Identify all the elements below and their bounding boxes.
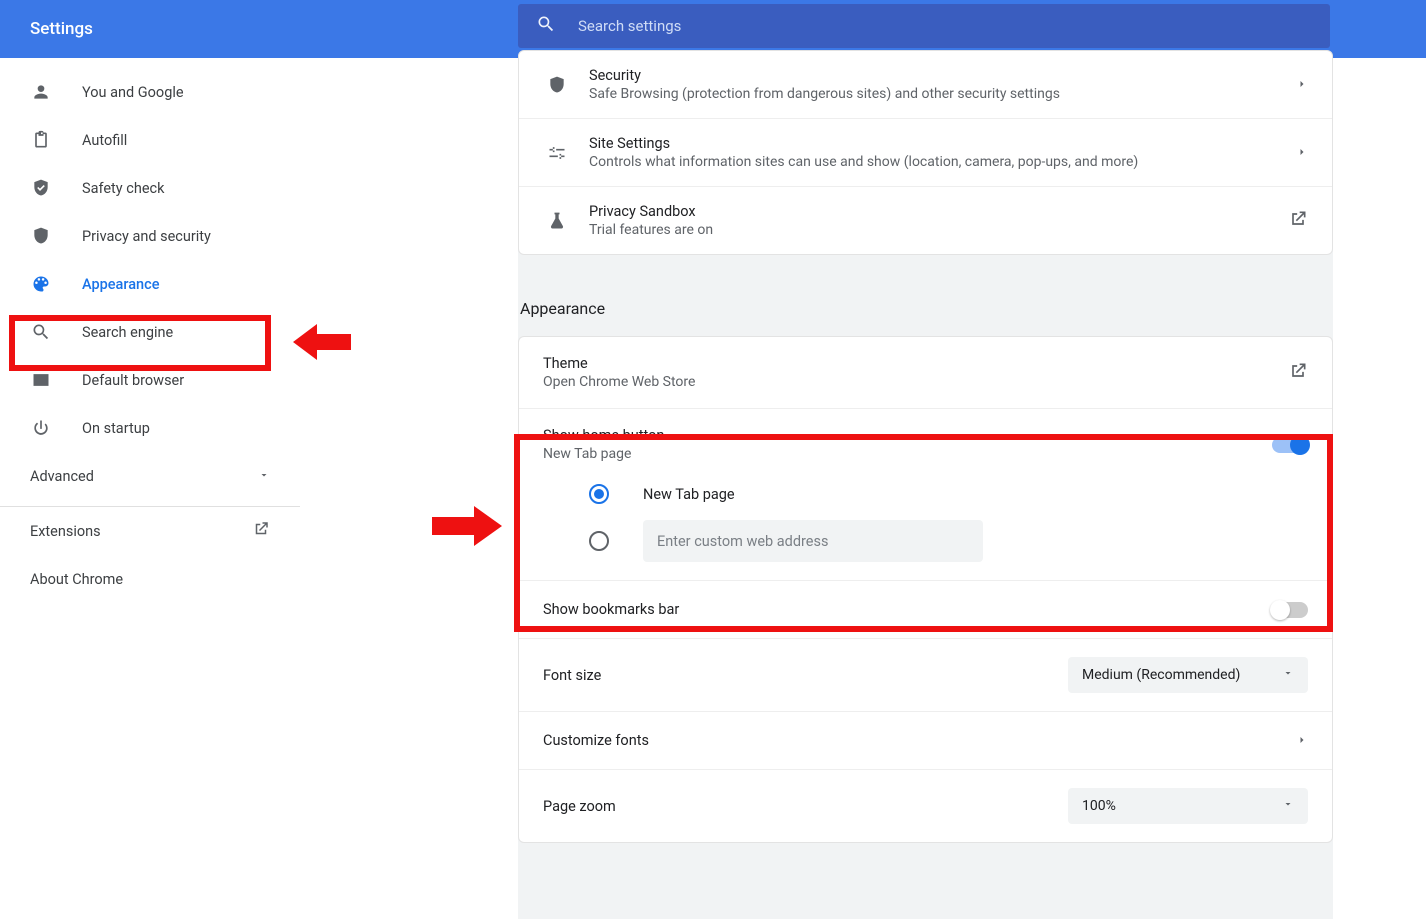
sidebar-item-label: Default browser [82,372,184,389]
row-title: Page zoom [543,798,616,815]
palette-icon [30,274,52,294]
content-area: Security Safe Browsing (protection from … [518,58,1333,919]
row-page-zoom: Page zoom 100% [519,769,1332,842]
person-icon [30,82,52,102]
chevron-down-icon [258,468,270,485]
sidebar-extensions[interactable]: Extensions [0,507,300,555]
radio-selected-icon [589,484,609,504]
chevron-right-icon [1296,731,1308,750]
sidebar-advanced[interactable]: Advanced [0,452,300,500]
radio-unselected-icon [589,531,609,551]
sidebar-item-search-engine[interactable]: Search engine [0,308,300,356]
row-title: Theme [543,355,695,372]
custom-address-input[interactable] [643,520,983,562]
external-link-icon [252,520,270,542]
sidebar-item-appearance[interactable]: Appearance [0,260,300,308]
row-show-bookmarks-bar: Show bookmarks bar [519,580,1332,638]
row-subtitle: Safe Browsing (protection from dangerous… [589,86,1296,102]
row-title: Font size [543,667,601,684]
external-link-icon [1288,361,1308,385]
search-icon [536,14,556,38]
browser-icon [30,370,52,390]
select-value: 100% [1082,798,1116,814]
row-customize-fonts[interactable]: Customize fonts [519,711,1332,769]
row-title: Security [589,67,1296,84]
row-title: Site Settings [589,135,1296,152]
sidebar-item-label: Search engine [82,324,173,341]
search-input[interactable] [578,17,1178,35]
annotation-arrow-right [432,502,502,554]
toggle-show-home-button[interactable] [1272,437,1308,453]
row-privacy-sandbox[interactable]: Privacy Sandbox Trial features are on [519,186,1332,254]
sidebar-item-you-and-google[interactable]: You and Google [0,68,300,116]
chevron-down-icon [1282,798,1294,814]
power-icon [30,418,52,438]
annotation-arrow-left [293,320,351,368]
row-title: Privacy Sandbox [589,203,1288,220]
flask-icon [543,211,571,231]
chevron-down-icon [1282,667,1294,683]
sidebar-item-safety-check[interactable]: Safety check [0,164,300,212]
clipboard-icon [30,130,52,150]
row-show-home-button: Show home button New Tab page [519,408,1332,468]
sidebar-item-default-browser[interactable]: Default browser [0,356,300,404]
row-title: Show bookmarks bar [543,601,679,618]
external-link-icon [1288,209,1308,233]
row-title: Customize fonts [543,732,649,749]
row-subtitle: Trial features are on [589,222,1288,238]
page-zoom-select[interactable]: 100% [1068,788,1308,824]
home-button-options: New Tab page [519,484,1332,580]
about-label: About Chrome [30,571,123,588]
row-security[interactable]: Security Safe Browsing (protection from … [519,51,1332,118]
row-theme[interactable]: Theme Open Chrome Web Store [519,337,1332,408]
sidebar-item-on-startup[interactable]: On startup [0,404,300,452]
shield-check-icon [30,178,52,198]
sliders-icon [543,143,571,163]
toggle-show-bookmarks-bar[interactable] [1272,602,1308,618]
sidebar-item-label: Appearance [82,276,159,293]
select-value: Medium (Recommended) [1082,667,1240,683]
row-title: Show home button [543,427,664,444]
chevron-right-icon [1296,75,1308,94]
sidebar-item-label: Privacy and security [82,228,211,245]
chevron-right-icon [1296,143,1308,162]
sidebar-item-privacy-security[interactable]: Privacy and security [0,212,300,260]
shield-icon [30,226,52,246]
page-title: Settings [30,19,93,39]
settings-search[interactable] [518,4,1330,48]
sidebar-item-label: Safety check [82,180,164,197]
advanced-label: Advanced [30,468,94,485]
radio-row-custom[interactable] [543,520,1308,562]
sidebar-item-label: On startup [82,420,150,437]
sidebar: You and Google Autofill Safety check Pri… [0,58,300,603]
row-subtitle: Controls what information sites can use … [589,154,1296,170]
sidebar-item-label: You and Google [82,84,184,101]
row-font-size: Font size Medium (Recommended) [519,638,1332,711]
privacy-card: Security Safe Browsing (protection from … [518,50,1333,255]
shield-icon [543,75,571,95]
sidebar-item-autofill[interactable]: Autofill [0,116,300,164]
font-size-select[interactable]: Medium (Recommended) [1068,657,1308,693]
appearance-heading: Appearance [520,299,1333,318]
appearance-card: Theme Open Chrome Web Store Show home bu… [518,336,1333,843]
sidebar-about-chrome[interactable]: About Chrome [0,555,300,603]
radio-row-new-tab[interactable]: New Tab page [543,484,1308,504]
radio-label: New Tab page [643,486,735,503]
extensions-label: Extensions [30,523,101,540]
row-subtitle: New Tab page [543,446,664,462]
row-subtitle: Open Chrome Web Store [543,374,695,390]
row-site-settings[interactable]: Site Settings Controls what information … [519,118,1332,186]
sidebar-item-label: Autofill [82,132,127,149]
search-icon [30,322,52,342]
